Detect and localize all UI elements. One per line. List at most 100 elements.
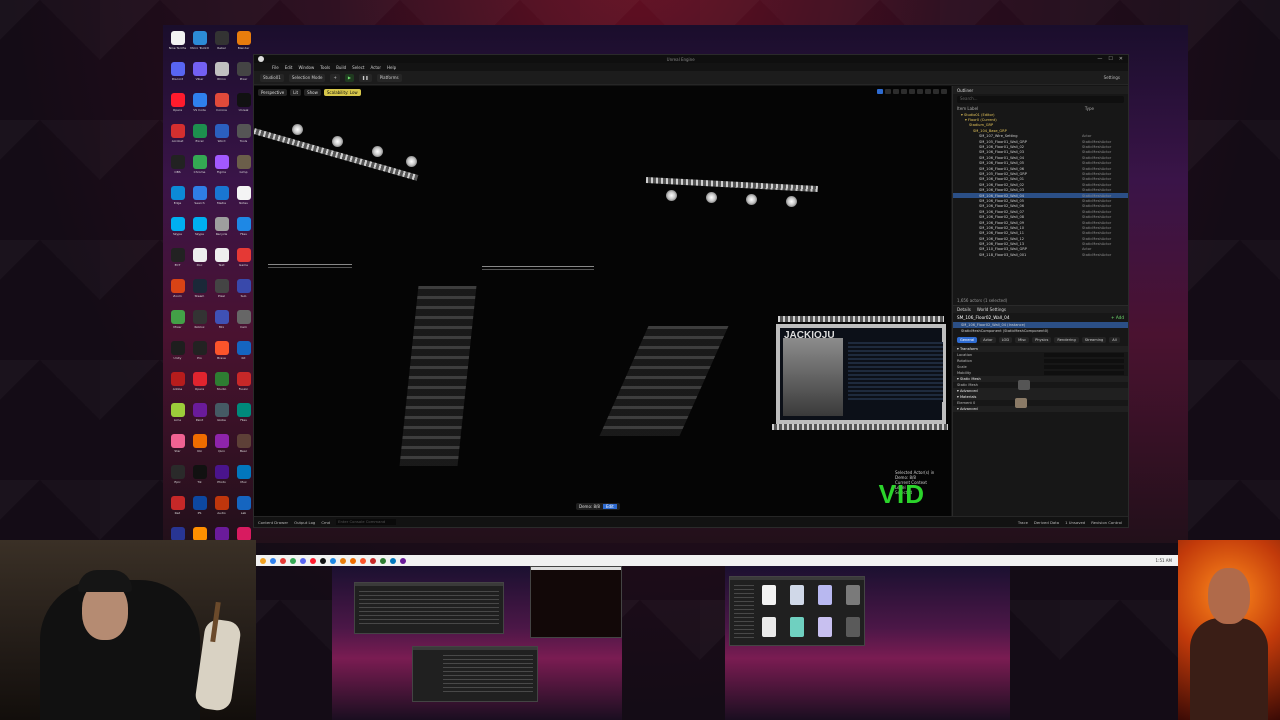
- settings-button[interactable]: Settings: [1104, 75, 1128, 80]
- pause-button[interactable]: ❚❚: [358, 73, 372, 82]
- preview-window[interactable]: [354, 582, 504, 634]
- desktop-icon[interactable]: Nine Tenths: [167, 28, 188, 59]
- snap-angle-icon[interactable]: [925, 89, 931, 94]
- preview-window[interactable]: [729, 576, 865, 646]
- desktop-icon[interactable]: Star: [167, 431, 188, 462]
- desktop-icon[interactable]: Kit: [233, 338, 254, 369]
- desktop-icon[interactable]: Opera: [189, 369, 210, 400]
- column-item-label[interactable]: Item Label: [957, 106, 978, 111]
- level-viewport[interactable]: Perspective Lit Show Scalability: Low JA…: [254, 86, 951, 518]
- desktop-icon[interactable]: ECT: [167, 245, 188, 276]
- desktop-icon[interactable]: Lab: [233, 493, 254, 524]
- actor-name[interactable]: SM_106_Floor02_Wall_04: [957, 315, 1009, 320]
- taskbar-app-icon[interactable]: [280, 557, 286, 564]
- details-filter-tab[interactable]: All: [1109, 337, 1120, 343]
- content-drawer-button[interactable]: Content Drawer: [258, 520, 288, 525]
- unsaved-indicator[interactable]: 1 Unsaved: [1065, 520, 1085, 525]
- details-filter-tab[interactable]: Rendering: [1054, 337, 1079, 343]
- desktop-icon[interactable]: Files: [233, 214, 254, 245]
- desktop-icon[interactable]: Mixer: [167, 307, 188, 338]
- desktop-icon[interactable]: Cam: [233, 307, 254, 338]
- desktop-icon[interactable]: Recycle: [211, 214, 232, 245]
- taskbar-app-icon[interactable]: [370, 557, 376, 564]
- taskbar-app-icon[interactable]: [290, 557, 296, 564]
- taskbar-app-icon[interactable]: [380, 557, 386, 564]
- cmd-dropdown[interactable]: Cmd: [321, 520, 330, 525]
- derived-data-button[interactable]: Derived Data: [1034, 520, 1059, 525]
- taskbar-app-icon[interactable]: [330, 557, 336, 564]
- desktop-icon[interactable]: Mix: [211, 307, 232, 338]
- desktop-icon[interactable]: Micro Toolkit: [189, 28, 210, 59]
- desktop-icon[interactable]: Opera: [167, 90, 188, 121]
- desktop-icon[interactable]: Unity: [167, 338, 188, 369]
- desktop-icon[interactable]: OBS: [167, 152, 188, 183]
- level-tab[interactable]: Studio01: [260, 73, 284, 82]
- menu-tools[interactable]: Tools: [320, 65, 330, 70]
- desktop-icon[interactable]: Notes: [233, 183, 254, 214]
- desktop-icon[interactable]: Text: [211, 245, 232, 276]
- desktop-icon[interactable]: Studio: [211, 369, 232, 400]
- taskbar-app-icon[interactable]: [340, 557, 346, 564]
- snap-grid-icon[interactable]: [917, 89, 923, 94]
- desktop-icon[interactable]: Corona: [211, 90, 232, 121]
- desktop-icon[interactable]: Blender: [233, 28, 254, 59]
- desktop-icon[interactable]: Unreal: [233, 90, 254, 121]
- add-component-button[interactable]: + Add: [1111, 315, 1124, 320]
- scalability-warning[interactable]: Scalability: Low: [323, 89, 361, 96]
- minimize-button[interactable]: —: [1097, 56, 1102, 62]
- desktop-icon[interactable]: Roblox: [189, 307, 210, 338]
- desktop-icon[interactable]: Brave: [211, 338, 232, 369]
- desktop-icon[interactable]: Red: [167, 493, 188, 524]
- outliner-row[interactable]: SM_118_Floor03_Wall_001 StaticMeshActor: [953, 252, 1128, 257]
- property-value-field[interactable]: [1044, 353, 1124, 357]
- taskbar-app-icon[interactable]: [320, 557, 326, 564]
- desktop-icon[interactable]: Steam: [189, 276, 210, 307]
- maximize-button[interactable]: ☐: [1108, 56, 1112, 62]
- perspective-button[interactable]: Perspective: [258, 89, 288, 96]
- desktop-icon[interactable]: Viber: [189, 59, 210, 90]
- taskbar-app-icon[interactable]: [400, 557, 406, 564]
- tab-world-settings[interactable]: World Settings: [977, 307, 1006, 312]
- preview-window[interactable]: [530, 566, 622, 638]
- window-preview-right[interactable]: [725, 566, 1010, 720]
- lit-button[interactable]: Lit: [290, 89, 302, 96]
- desktop-icon[interactable]: Pixel: [211, 276, 232, 307]
- desktop-icon[interactable]: Discord: [167, 59, 188, 90]
- menu-actor[interactable]: Actor: [370, 65, 381, 70]
- desktop-icon[interactable]: Zoom: [167, 276, 188, 307]
- scale-tool-icon[interactable]: [901, 89, 907, 94]
- desktop-icon[interactable]: Files: [233, 400, 254, 431]
- desktop-icon[interactable]: Search: [189, 183, 210, 214]
- property-value-field[interactable]: [1044, 371, 1124, 375]
- menu-build[interactable]: Build: [336, 65, 346, 70]
- desktop-icon[interactable]: Skype: [189, 214, 210, 245]
- desktop-icon[interactable]: Paint: [189, 400, 210, 431]
- details-filter-tab[interactable]: Misc: [1015, 337, 1030, 343]
- taskbar-app-icon[interactable]: [260, 557, 266, 564]
- desktop-icon[interactable]: Skype: [167, 214, 188, 245]
- desktop-icon[interactable]: Rebel: [211, 28, 232, 59]
- desktop-icon[interactable]: Ubi: [189, 431, 210, 462]
- desktop-icon[interactable]: Game: [233, 245, 254, 276]
- desktop-icon[interactable]: Tools: [233, 121, 254, 152]
- details-filter-tab[interactable]: Physics: [1032, 337, 1052, 343]
- menu-window[interactable]: Window: [298, 65, 314, 70]
- desktop-icon[interactable]: Pro: [189, 338, 210, 369]
- select-tool-icon[interactable]: [877, 89, 883, 94]
- desktop-icon[interactable]: Word: [211, 121, 232, 152]
- desktop-icon[interactable]: Doc: [189, 245, 210, 276]
- details-filter-tab[interactable]: LOD: [998, 337, 1013, 343]
- desktop-icon[interactable]: Rhino: [211, 59, 232, 90]
- desktop-icon[interactable]: Pixar: [233, 59, 254, 90]
- asset-thumbnail[interactable]: [1017, 380, 1030, 390]
- desktop-icon[interactable]: Fusion: [233, 369, 254, 400]
- desktop-icon[interactable]: Media: [211, 183, 232, 214]
- window-preview-left[interactable]: [332, 566, 622, 720]
- menu-help[interactable]: Help: [387, 65, 396, 70]
- taskbar-app-icon[interactable]: [270, 557, 276, 564]
- property-value-field[interactable]: [1044, 359, 1124, 363]
- taskbar-app-icon[interactable]: [360, 557, 366, 564]
- desktop-icon[interactable]: Edge: [167, 183, 188, 214]
- desktop-icon[interactable]: Gimp: [233, 152, 254, 183]
- desktop-icon[interactable]: VS Code: [189, 90, 210, 121]
